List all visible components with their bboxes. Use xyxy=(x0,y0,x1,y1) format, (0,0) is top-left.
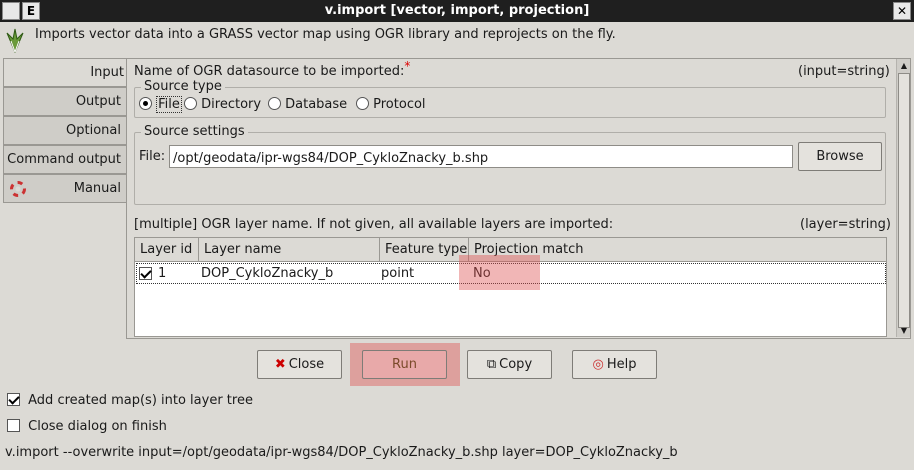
close-button-label: Close xyxy=(288,357,325,372)
browse-button[interactable]: Browse xyxy=(798,142,882,171)
datasource-label-text: Name of OGR datasource to be imported: xyxy=(134,64,405,79)
add-to-tree-label: Add created map(s) into layer tree xyxy=(28,393,253,408)
close-button[interactable]: ✖ Close xyxy=(257,350,342,379)
help-button[interactable]: ◎ Help xyxy=(572,350,657,379)
lifebuoy-icon xyxy=(10,181,26,197)
col-feature-type[interactable]: Feature type xyxy=(380,238,469,262)
col-layer-name[interactable]: Layer name xyxy=(199,238,380,262)
scrollbar-thumb[interactable] xyxy=(898,73,910,328)
command-statusbar: v.import --overwrite input=/opt/geodata/… xyxy=(5,445,678,460)
source-type-title: Source type xyxy=(141,79,225,94)
source-type-protocol[interactable]: Protocol xyxy=(356,97,426,112)
file-label: File: xyxy=(139,149,166,164)
close-on-finish-option[interactable]: Close dialog on finish xyxy=(7,419,167,434)
window-title: v.import [vector, import, projection] xyxy=(324,3,590,18)
tab-output[interactable]: Output xyxy=(3,87,127,116)
source-type-directory[interactable]: Directory xyxy=(184,97,261,112)
help-lifebuoy-icon: ◎ xyxy=(592,357,604,372)
copy-button-label: Copy xyxy=(499,357,533,372)
tab-optional[interactable]: Optional xyxy=(3,116,127,145)
required-mark: * xyxy=(404,59,411,73)
radio-directory[interactable] xyxy=(184,97,197,110)
cell-layer-id: 1 xyxy=(158,266,167,281)
radio-protocol-label: Protocol xyxy=(373,97,426,112)
file-path-input[interactable] xyxy=(169,145,793,168)
radio-database[interactable] xyxy=(268,97,281,110)
col-layer-id[interactable]: Layer id xyxy=(135,238,199,262)
panel-scrollbar[interactable]: ▲ ▼ xyxy=(896,59,910,337)
radio-database-label: Database xyxy=(285,97,348,112)
copy-icon: ⧉ xyxy=(486,357,497,372)
run-button[interactable]: Run xyxy=(362,350,447,379)
projection-match-highlight xyxy=(459,255,540,290)
source-type-database[interactable]: Database xyxy=(268,97,347,112)
layer-label: [multiple] OGR layer name. If not given,… xyxy=(134,217,614,232)
close-on-finish-label: Close dialog on finish xyxy=(28,419,167,434)
radio-protocol[interactable] xyxy=(356,97,369,110)
source-settings-title: Source settings xyxy=(141,124,248,139)
radio-file[interactable] xyxy=(139,97,152,110)
grass-logo-icon xyxy=(6,28,24,53)
add-to-tree-option[interactable]: Add created map(s) into layer tree xyxy=(7,393,253,408)
tab-input[interactable]: Input xyxy=(3,58,129,87)
radio-file-label: File xyxy=(156,96,182,113)
scroll-down-icon[interactable]: ▼ xyxy=(897,325,911,337)
tab-input-label: Input xyxy=(90,65,124,80)
title-bar: E v.import [vector, import, projection] … xyxy=(0,0,914,22)
tab-manual[interactable]: Manual xyxy=(3,174,127,203)
tab-optional-label: Optional xyxy=(66,123,121,138)
source-settings-group: Source settings xyxy=(134,124,886,205)
datasource-label: Name of OGR datasource to be imported:* xyxy=(134,59,410,79)
tab-command-output-label: Command output xyxy=(7,152,121,167)
add-to-tree-checkbox[interactable] xyxy=(7,393,20,406)
tab-manual-label: Manual xyxy=(73,181,121,196)
close-icon: ✖ xyxy=(274,357,286,372)
datasource-param: (input=string) xyxy=(798,64,890,79)
help-button-label: Help xyxy=(606,357,637,372)
cell-layer-name: DOP_CykloZnacky_b xyxy=(201,266,334,281)
radio-directory-label: Directory xyxy=(201,97,262,112)
module-description: Imports vector data into a GRASS vector … xyxy=(35,27,616,42)
close-on-finish-checkbox[interactable] xyxy=(7,419,20,432)
scroll-up-icon[interactable]: ▲ xyxy=(897,60,911,72)
tab-command-output[interactable]: Command output xyxy=(3,145,127,174)
source-type-file[interactable]: File xyxy=(139,96,182,113)
layer-row-checkbox[interactable] xyxy=(139,267,152,280)
tab-output-label: Output xyxy=(75,94,121,109)
layer-param: (layer=string) xyxy=(800,217,891,232)
cell-feature-type: point xyxy=(381,266,415,281)
copy-button[interactable]: ⧉ Copy xyxy=(467,350,552,379)
window-close-icon[interactable]: ✕ xyxy=(893,2,911,20)
